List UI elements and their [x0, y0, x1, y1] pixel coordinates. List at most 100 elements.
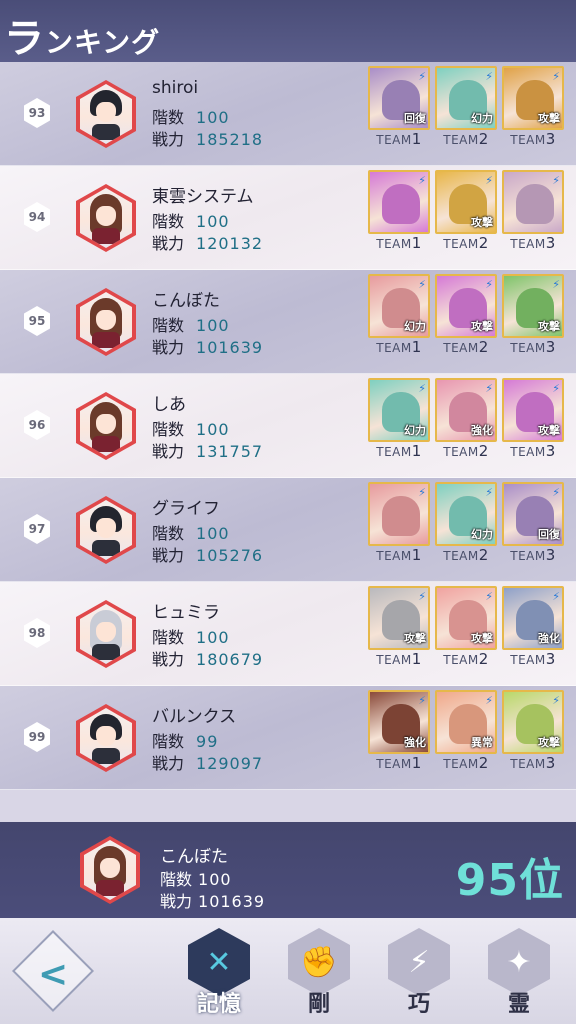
element-icon: ⚡	[418, 174, 426, 187]
team-card[interactable]: ⚡ 攻撃 TEAM3	[502, 378, 564, 474]
team-card[interactable]: ⚡ 攻撃 TEAM3	[502, 690, 564, 786]
team-card[interactable]: ⚡ TEAM1	[368, 170, 430, 266]
team-card[interactable]: ⚡ TEAM3	[502, 170, 564, 266]
player-name: バルンクス	[152, 707, 237, 727]
ranking-row[interactable]: 93 shiroi 階数 100 戦力 185218 ⚡ 回復 TEAM1 ⚡ …	[0, 62, 576, 166]
nav-tab-2[interactable]: ✊ 剛	[278, 926, 360, 1018]
element-icon: ⚡	[485, 382, 493, 395]
team-label: TEAM3	[510, 130, 556, 148]
team-cards: ⚡ 強化 TEAM1 ⚡ 異常 TEAM2 ⚡ 攻撃 TEAM3	[368, 690, 572, 786]
power-line: 戦力 120132	[152, 234, 264, 253]
team-card[interactable]: ⚡ 回復 TEAM1	[368, 66, 430, 162]
team-card[interactable]: ⚡ TEAM1	[368, 482, 430, 578]
player-name: グライフ	[152, 499, 220, 519]
character-portrait: ⚡ 攻撃	[435, 586, 497, 650]
team-cards: ⚡ 幻力 TEAM1 ⚡ 強化 TEAM2 ⚡ 攻撃 TEAM3	[368, 378, 572, 474]
team-label: TEAM3	[510, 650, 556, 668]
team-label: TEAM2	[443, 546, 489, 564]
character-portrait: ⚡	[368, 482, 430, 546]
tab-label: 巧	[407, 992, 430, 1017]
element-icon: ⚡	[418, 382, 426, 395]
character-portrait: ⚡ 強化	[368, 690, 430, 754]
element-icon: ⚡	[418, 70, 426, 83]
team-label: TEAM3	[510, 754, 556, 772]
nav-tab-4[interactable]: ✦ 霊	[478, 926, 560, 1018]
team-card[interactable]: ⚡ 攻撃 TEAM1	[368, 586, 430, 682]
team-card[interactable]: ⚡ 攻撃 TEAM2	[435, 586, 497, 682]
team-cards: ⚡ 攻撃 TEAM1 ⚡ 攻撃 TEAM2 ⚡ 強化 TEAM3	[368, 586, 572, 682]
team-label: TEAM2	[443, 234, 489, 252]
team-card[interactable]: ⚡ 幻力 TEAM1	[368, 378, 430, 474]
rank-badge: 95	[24, 306, 50, 336]
team-card[interactable]: ⚡ 異常 TEAM2	[435, 690, 497, 786]
team-card[interactable]: ⚡ 幻力 TEAM2	[435, 66, 497, 162]
character-portrait: ⚡ 強化	[502, 586, 564, 650]
floor-line: 階数 100	[152, 316, 230, 335]
ranking-row[interactable]: 97 グライフ 階数 100 戦力 105276 ⚡ TEAM1 ⚡ 幻力 TE…	[0, 478, 576, 582]
character-portrait: ⚡ 攻撃	[435, 170, 497, 234]
role-tag: 攻撃	[538, 736, 560, 749]
element-icon: ⚡	[418, 694, 426, 707]
ranking-row[interactable]: 95 こんぼた 階数 100 戦力 101639 ⚡ 幻力 TEAM1 ⚡ 攻撃…	[0, 270, 576, 374]
rank-badge: 98	[24, 618, 50, 648]
header-bar: ランキング	[0, 0, 576, 62]
power-line: 戦力 101639	[152, 338, 264, 357]
team-cards: ⚡ TEAM1 ⚡ 幻力 TEAM2 ⚡ 回復 TEAM3	[368, 482, 572, 578]
floor-line: 階数 100	[152, 212, 230, 231]
team-card[interactable]: ⚡ 攻撃 TEAM2	[435, 170, 497, 266]
team-card[interactable]: ⚡ 強化 TEAM3	[502, 586, 564, 682]
role-tag: 幻力	[471, 528, 493, 541]
element-icon: ⚡	[418, 590, 426, 603]
team-label: TEAM3	[510, 546, 556, 564]
role-tag: 攻撃	[471, 632, 493, 645]
my-floor-line: 階数 100	[160, 870, 232, 889]
floor-line: 階数 100	[152, 108, 230, 127]
team-card[interactable]: ⚡ 幻力 TEAM1	[368, 274, 430, 370]
back-button[interactable]: <	[11, 929, 95, 1013]
character-portrait: ⚡ 回復	[368, 66, 430, 130]
team-label: TEAM3	[510, 234, 556, 252]
team-card[interactable]: ⚡ 攻撃 TEAM2	[435, 274, 497, 370]
nav-tab-1[interactable]: ✕ 記憶	[178, 926, 260, 1018]
nav-tab-3[interactable]: ⚡ 巧	[378, 926, 460, 1018]
team-card[interactable]: ⚡ 攻撃 TEAM3	[502, 274, 564, 370]
ranking-row[interactable]: 94 東雲システム 階数 100 戦力 120132 ⚡ TEAM1 ⚡ 攻撃 …	[0, 166, 576, 270]
team-cards: ⚡ 幻力 TEAM1 ⚡ 攻撃 TEAM2 ⚡ 攻撃 TEAM3	[368, 274, 572, 370]
team-card[interactable]: ⚡ 回復 TEAM3	[502, 482, 564, 578]
my-avatar	[80, 836, 140, 904]
floor-line: 階数 100	[152, 420, 230, 439]
floor-line: 階数 99	[152, 732, 219, 751]
team-label: TEAM1	[376, 234, 422, 252]
role-tag: 回復	[404, 112, 426, 125]
character-portrait: ⚡ 攻撃	[502, 66, 564, 130]
element-icon: ⚡	[552, 382, 560, 395]
team-card[interactable]: ⚡ 攻撃 TEAM3	[502, 66, 564, 162]
team-label: TEAM2	[443, 442, 489, 460]
ranking-row[interactable]: 96 しあ 階数 100 戦力 131757 ⚡ 幻力 TEAM1 ⚡ 強化 T…	[0, 374, 576, 478]
team-label: TEAM2	[443, 130, 489, 148]
ranking-list[interactable]: 93 shiroi 階数 100 戦力 185218 ⚡ 回復 TEAM1 ⚡ …	[0, 62, 576, 822]
team-label: TEAM2	[443, 338, 489, 356]
character-portrait: ⚡	[502, 170, 564, 234]
team-card[interactable]: ⚡ 強化 TEAM1	[368, 690, 430, 786]
floor-line: 階数 100	[152, 524, 230, 543]
element-icon: ⚡	[485, 486, 493, 499]
floor-line: 階数 100	[152, 628, 230, 647]
ranking-row[interactable]: 99 バルンクス 階数 99 戦力 129097 ⚡ 強化 TEAM1 ⚡ 異常…	[0, 686, 576, 790]
team-card[interactable]: ⚡ 強化 TEAM2	[435, 378, 497, 474]
player-name: ヒュミラ	[152, 603, 220, 623]
player-name: しあ	[152, 395, 186, 415]
element-icon: ⚡	[418, 278, 426, 291]
team-label: TEAM2	[443, 650, 489, 668]
character-portrait: ⚡ 攻撃	[368, 586, 430, 650]
player-avatar	[76, 80, 136, 148]
ranking-row[interactable]: 98 ヒュミラ 階数 100 戦力 180679 ⚡ 攻撃 TEAM1 ⚡ 攻撃…	[0, 582, 576, 686]
team-label: TEAM1	[376, 338, 422, 356]
power-line: 戦力 105276	[152, 546, 264, 565]
player-avatar	[76, 184, 136, 252]
player-avatar	[76, 600, 136, 668]
element-icon: ⚡	[485, 590, 493, 603]
element-icon: ⚡	[485, 694, 493, 707]
team-card[interactable]: ⚡ 幻力 TEAM2	[435, 482, 497, 578]
team-cards: ⚡ TEAM1 ⚡ 攻撃 TEAM2 ⚡ TEAM3	[368, 170, 572, 266]
